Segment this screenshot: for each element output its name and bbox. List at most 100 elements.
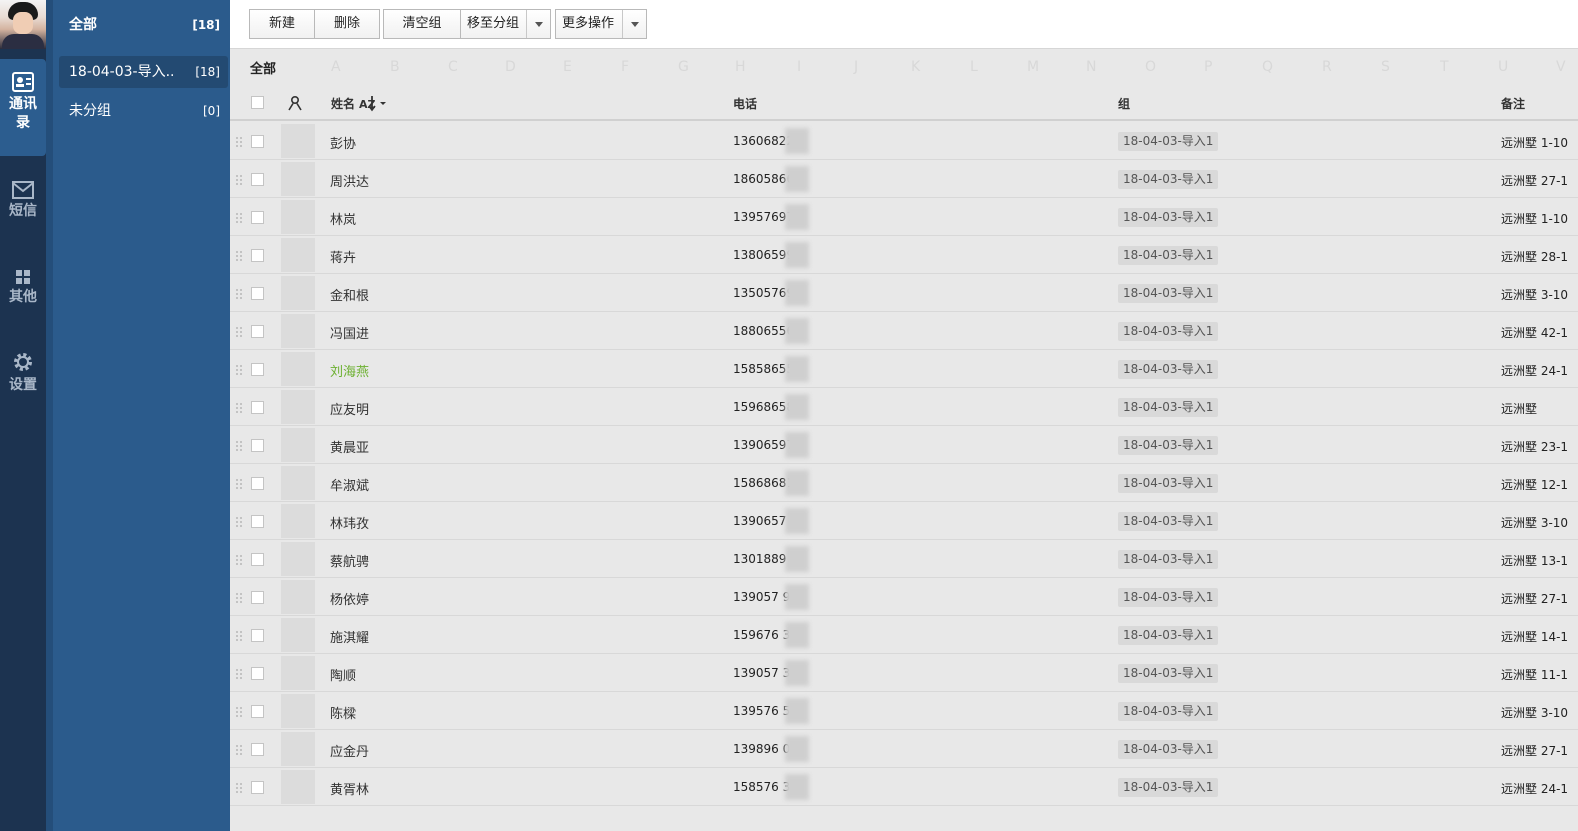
- alpha-letter[interactable]: H: [735, 59, 746, 75]
- row-checkbox[interactable]: [251, 249, 264, 262]
- alpha-letter[interactable]: M: [1027, 59, 1039, 75]
- row-checkbox[interactable]: [251, 439, 264, 452]
- drag-handle-icon[interactable]: [235, 516, 243, 528]
- alpha-letter[interactable]: B: [390, 59, 400, 75]
- group-all[interactable]: 全部 [18]: [59, 9, 228, 41]
- alpha-all[interactable]: 全部: [250, 58, 276, 77]
- alpha-letter[interactable]: K: [911, 59, 920, 75]
- contact-name[interactable]: 应友明: [330, 399, 369, 418]
- drag-handle-icon[interactable]: [235, 288, 243, 300]
- select-all-checkbox[interactable]: [251, 96, 264, 109]
- nav-settings[interactable]: 设置: [0, 350, 46, 395]
- row-checkbox[interactable]: [251, 325, 264, 338]
- row-checkbox[interactable]: [251, 515, 264, 528]
- new-button[interactable]: 新建: [249, 9, 315, 39]
- table-row[interactable]: 冯国进 18806556 18-04-03-导入1 远洲墅 42-1: [230, 312, 1578, 350]
- drag-handle-icon[interactable]: [235, 364, 243, 376]
- user-avatar[interactable]: [0, 0, 46, 49]
- row-checkbox[interactable]: [251, 135, 264, 148]
- alpha-letter[interactable]: A: [331, 59, 341, 75]
- drag-handle-icon[interactable]: [235, 478, 243, 490]
- alpha-letter[interactable]: F: [621, 59, 629, 75]
- drag-handle-icon[interactable]: [235, 212, 243, 224]
- row-checkbox[interactable]: [251, 743, 264, 756]
- alpha-letter[interactable]: R: [1322, 59, 1332, 75]
- row-checkbox[interactable]: [251, 287, 264, 300]
- nav-sms[interactable]: 短信: [0, 180, 46, 221]
- table-row[interactable]: 施淇耀 159676 38 18-04-03-导入1 远洲墅 14-1: [230, 616, 1578, 654]
- contact-name[interactable]: 金和根: [330, 285, 369, 304]
- drag-handle-icon[interactable]: [235, 402, 243, 414]
- drag-handle-icon[interactable]: [235, 440, 243, 452]
- header-name[interactable]: 姓名: [331, 95, 355, 112]
- contact-name[interactable]: 陶顺: [330, 665, 356, 684]
- drag-handle-icon[interactable]: [235, 706, 243, 718]
- nav-contacts[interactable]: 通讯录: [0, 59, 46, 156]
- table-row[interactable]: 陶顺 139057 33 18-04-03-导入1 远洲墅 11-1: [230, 654, 1578, 692]
- nav-other[interactable]: 其他: [0, 268, 46, 307]
- table-row[interactable]: 蒋卉 13806599 18-04-03-导入1 远洲墅 28-1: [230, 236, 1578, 274]
- row-checkbox[interactable]: [251, 629, 264, 642]
- table-row[interactable]: 林岚 13957697 18-04-03-导入1 远洲墅 1-10: [230, 198, 1578, 236]
- contact-name[interactable]: 应金丹: [330, 741, 369, 760]
- row-checkbox[interactable]: [251, 363, 264, 376]
- alpha-letter[interactable]: S: [1381, 59, 1390, 75]
- contact-name[interactable]: 牟淑斌: [330, 475, 369, 494]
- group-ungrouped[interactable]: 未分组 [0]: [59, 95, 228, 127]
- drag-handle-icon[interactable]: [235, 782, 243, 794]
- drag-handle-icon[interactable]: [235, 744, 243, 756]
- table-row[interactable]: 黄胥林 158576 38 18-04-03-导入1 远洲墅 24-1: [230, 768, 1578, 806]
- alpha-letter[interactable]: T: [1440, 59, 1449, 75]
- alpha-letter[interactable]: Q: [1262, 59, 1273, 75]
- contact-name[interactable]: 蔡航骋: [330, 551, 369, 570]
- sort-icon[interactable]: AZ: [358, 94, 388, 112]
- alpha-letter[interactable]: J: [854, 59, 858, 75]
- row-checkbox[interactable]: [251, 705, 264, 718]
- contact-name[interactable]: 冯国进: [330, 323, 369, 342]
- drag-handle-icon[interactable]: [235, 326, 243, 338]
- clear-group-button[interactable]: 清空组: [383, 9, 461, 39]
- alpha-letter[interactable]: D: [505, 59, 516, 75]
- row-checkbox[interactable]: [251, 591, 264, 604]
- alpha-letter[interactable]: C: [448, 59, 458, 75]
- contact-name[interactable]: 杨依婷: [330, 589, 369, 608]
- alpha-letter[interactable]: G: [678, 59, 689, 75]
- alpha-letter[interactable]: P: [1204, 59, 1212, 75]
- row-checkbox[interactable]: [251, 667, 264, 680]
- table-row[interactable]: 牟淑斌 15868681 18-04-03-导入1 远洲墅 12-1: [230, 464, 1578, 502]
- drag-handle-icon[interactable]: [235, 592, 243, 604]
- row-checkbox[interactable]: [251, 173, 264, 186]
- table-row[interactable]: 黄晨亚 13906597 18-04-03-导入1 远洲墅 23-1: [230, 426, 1578, 464]
- more-actions-button[interactable]: 更多操作: [555, 9, 647, 39]
- row-checkbox[interactable]: [251, 211, 264, 224]
- table-row[interactable]: 金和根 13505769 18-04-03-导入1 远洲墅 3-10: [230, 274, 1578, 312]
- table-row[interactable]: 杨依婷 139057 98 18-04-03-导入1 远洲墅 27-1: [230, 578, 1578, 616]
- table-row[interactable]: 彭协 13606822 18-04-03-导入1 远洲墅 1-10: [230, 122, 1578, 160]
- alpha-letter[interactable]: O: [1145, 59, 1156, 75]
- table-row[interactable]: 应友明 15968658 18-04-03-导入1 远洲墅: [230, 388, 1578, 426]
- alpha-letter[interactable]: V: [1556, 59, 1566, 75]
- drag-handle-icon[interactable]: [235, 554, 243, 566]
- row-checkbox[interactable]: [251, 553, 264, 566]
- table-row[interactable]: 林玮孜 1390657 18-04-03-导入1 远洲墅 3-10: [230, 502, 1578, 540]
- contact-name[interactable]: 刘海燕: [330, 361, 369, 380]
- alpha-letter[interactable]: L: [970, 59, 978, 75]
- contact-name[interactable]: 施淇耀: [330, 627, 369, 646]
- table-row[interactable]: 陈樑 139576 58 18-04-03-导入1 远洲墅 3-10: [230, 692, 1578, 730]
- alpha-letter[interactable]: E: [563, 59, 572, 75]
- drag-handle-icon[interactable]: [235, 136, 243, 148]
- contact-name[interactable]: 黄晨亚: [330, 437, 369, 456]
- drag-handle-icon[interactable]: [235, 630, 243, 642]
- delete-button[interactable]: 删除: [314, 9, 380, 39]
- row-checkbox[interactable]: [251, 477, 264, 490]
- table-row[interactable]: 周洪达 18605866 18-04-03-导入1 远洲墅 27-1: [230, 160, 1578, 198]
- row-checkbox[interactable]: [251, 401, 264, 414]
- contact-name[interactable]: 周洪达: [330, 171, 369, 190]
- contact-name[interactable]: 林玮孜: [330, 513, 369, 532]
- table-row[interactable]: 蔡航骋 1301889 8 18-04-03-导入1 远洲墅 13-1: [230, 540, 1578, 578]
- drag-handle-icon[interactable]: [235, 668, 243, 680]
- contact-name[interactable]: 林岚: [330, 209, 356, 228]
- table-row[interactable]: 应金丹 139896 02 18-04-03-导入1 远洲墅 27-1: [230, 730, 1578, 768]
- contact-name[interactable]: 黄胥林: [330, 779, 369, 798]
- drag-handle-icon[interactable]: [235, 174, 243, 186]
